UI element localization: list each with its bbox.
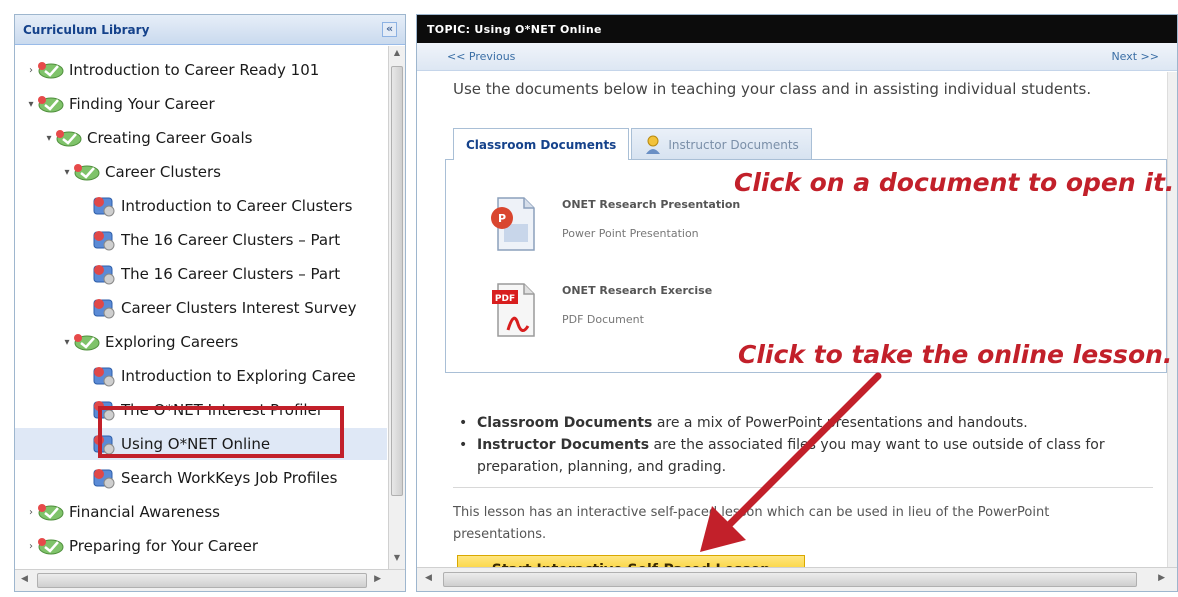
tree-item[interactable]: The 16 Career Clusters – Part xyxy=(15,258,387,290)
check-icon xyxy=(37,536,65,556)
lesson-icon xyxy=(91,296,117,320)
tree-item[interactable]: › Preparing for Your Career xyxy=(15,530,387,562)
content-vertical-scrollbar[interactable] xyxy=(1167,72,1177,567)
tree-item-label: The 16 Career Clusters – Part xyxy=(121,265,341,283)
topic-content: Use the documents below in teaching your… xyxy=(417,72,1167,567)
check-icon xyxy=(37,502,65,522)
instructor-icon xyxy=(644,135,662,155)
tab-classroom-documents[interactable]: Classroom Documents xyxy=(453,128,630,160)
document-name[interactable]: ONET Research Presentation xyxy=(562,198,740,211)
tree-item-label: Introduction to Career Clusters xyxy=(121,197,353,215)
check-icon xyxy=(73,332,101,352)
tree-item-label: Creating Career Goals xyxy=(87,129,253,147)
tree-item-label: Introduction to Career Ready 101 xyxy=(69,61,320,79)
tree-item[interactable]: ▾ Exploring Careers xyxy=(15,326,387,358)
tree-item[interactable]: ▾ Creating Career Goals xyxy=(15,122,387,154)
tree-item[interactable]: Career Clusters Interest Survey xyxy=(15,292,387,324)
tree-expander-icon[interactable]: ▾ xyxy=(61,337,73,348)
tree-item[interactable]: Search WorkKeys Job Profiles xyxy=(15,462,387,494)
selected-lesson-highlight-box xyxy=(98,406,344,458)
scroll-right-arrow-icon[interactable]: ▶ xyxy=(374,574,381,584)
tree-expander-icon[interactable]: › xyxy=(25,65,37,76)
tree-expander-icon[interactable]: ▾ xyxy=(25,99,37,110)
tree-vertical-scroll-thumb[interactable] xyxy=(391,66,403,496)
check-icon xyxy=(37,94,65,114)
tree-vertical-scrollbar[interactable]: ▲ ▼ xyxy=(388,46,405,569)
tree-expander-icon[interactable]: ▾ xyxy=(61,167,73,178)
bullet-bold-term: Instructor Documents xyxy=(477,437,650,453)
powerpoint-icon: P xyxy=(488,194,540,254)
document-item[interactable]: PDF ONET Research Exercise PDF Document xyxy=(488,280,712,340)
lesson-icon xyxy=(91,364,117,388)
check-icon xyxy=(55,128,83,148)
document-notes-list: Classroom Documents are a mix of PowerPo… xyxy=(457,412,1147,478)
topic-navbar: << Previous Next >> xyxy=(417,43,1177,71)
tree-item[interactable]: › Financial Awareness xyxy=(15,496,387,528)
tab-classroom-label: Classroom Documents xyxy=(466,137,617,152)
tree-item-label: Exploring Careers xyxy=(105,333,239,351)
curriculum-tree: › Introduction to Career Ready 101 ▾ Findin… xyxy=(15,46,387,569)
tree-item[interactable]: ▾ Finding Your Career xyxy=(15,88,387,120)
document-item[interactable]: P ONET Research Presentation Power Point… xyxy=(488,194,740,254)
content-divider xyxy=(453,487,1153,488)
tree-item-label: Finding Your Career xyxy=(69,95,215,113)
tree-expander-icon[interactable]: ▾ xyxy=(43,133,55,144)
tree-item-label: Introduction to Exploring Caree xyxy=(121,367,356,385)
document-type: PDF Document xyxy=(562,313,644,326)
curriculum-library-title: Curriculum Library xyxy=(23,22,150,37)
scroll-down-arrow-icon[interactable]: ▼ xyxy=(389,553,405,567)
scroll-left-arrow-icon[interactable]: ◀ xyxy=(21,574,28,584)
lesson-icon xyxy=(91,228,117,252)
svg-text:P: P xyxy=(498,212,506,225)
lesson-icon xyxy=(91,262,117,286)
list-item: Classroom Documents are a mix of PowerPo… xyxy=(457,412,1147,434)
tree-item[interactable]: The 16 Career Clusters – Part xyxy=(15,224,387,256)
curriculum-library-header: Curriculum Library « xyxy=(15,15,405,45)
collapse-panel-icon[interactable]: « xyxy=(382,22,397,37)
check-icon xyxy=(73,162,101,182)
content-horizontal-scrollbar[interactable]: ◀ ▶ xyxy=(417,567,1177,591)
tree-item-label: The 16 Career Clusters – Part xyxy=(121,231,341,249)
bullet-text: are a mix of PowerPoint presentations an… xyxy=(652,415,1028,431)
list-item: Instructor Documents are the associated … xyxy=(457,434,1147,478)
intro-text: Use the documents below in teaching your… xyxy=(453,80,1092,98)
next-link[interactable]: Next >> xyxy=(1111,50,1159,63)
annotation-open-document: Click on a document to open it. xyxy=(734,168,1175,197)
lesson-description: This lesson has an interactive self-pace… xyxy=(453,505,1050,542)
lesson-icon xyxy=(91,466,117,490)
tree-item[interactable]: Introduction to Career Clusters xyxy=(15,190,387,222)
curriculum-library-panel: Curriculum Library « › Introduction to Ca… xyxy=(14,14,406,592)
scroll-right-arrow-icon[interactable]: ▶ xyxy=(1158,573,1165,583)
pdf-icon: PDF xyxy=(488,280,540,340)
tree-item-label: Career Clusters Interest Survey xyxy=(121,299,357,317)
document-type: Power Point Presentation xyxy=(562,227,699,240)
annotation-take-lesson: Click to take the online lesson. xyxy=(738,340,1173,369)
tree-item[interactable]: Introduction to Exploring Caree xyxy=(15,360,387,392)
tree-item-label: Search WorkKeys Job Profiles xyxy=(121,469,338,487)
topic-panel: TOPIC: Using O*NET Online << Previous Ne… xyxy=(416,14,1178,592)
tree-item-label: Career Clusters xyxy=(105,163,221,181)
tree-expander-icon[interactable]: › xyxy=(25,507,37,518)
scroll-up-arrow-icon[interactable]: ▲ xyxy=(389,48,405,62)
tree-item[interactable]: › Introduction to Career Ready 101 xyxy=(15,54,387,86)
topic-header: TOPIC: Using O*NET Online xyxy=(417,15,1177,43)
tree-item[interactable]: ▾ Career Clusters xyxy=(15,156,387,188)
svg-text:PDF: PDF xyxy=(495,294,515,304)
bullet-bold-term: Classroom Documents xyxy=(477,415,653,431)
document-name[interactable]: ONET Research Exercise xyxy=(562,284,712,297)
content-horizontal-scroll-thumb[interactable] xyxy=(443,572,1137,587)
tab-instructor-label: Instructor Documents xyxy=(668,137,799,152)
start-lesson-button[interactable]: Start Interactive Self-Paced Lesson xyxy=(457,555,805,567)
tree-item-label: Preparing for Your Career xyxy=(69,537,259,555)
tree-horizontal-scrollbar[interactable]: ◀ ▶ xyxy=(15,569,405,591)
tab-instructor-documents[interactable]: Instructor Documents xyxy=(631,128,812,160)
lesson-icon xyxy=(91,194,117,218)
document-tabs: Classroom Documents Instructor Documents xyxy=(453,128,812,160)
tree-item-label: Financial Awareness xyxy=(69,503,220,521)
check-icon xyxy=(37,60,65,80)
previous-link[interactable]: << Previous xyxy=(447,50,515,63)
tree-expander-icon[interactable]: › xyxy=(25,541,37,552)
scroll-left-arrow-icon[interactable]: ◀ xyxy=(425,573,432,583)
tree-horizontal-scroll-thumb[interactable] xyxy=(37,573,367,588)
